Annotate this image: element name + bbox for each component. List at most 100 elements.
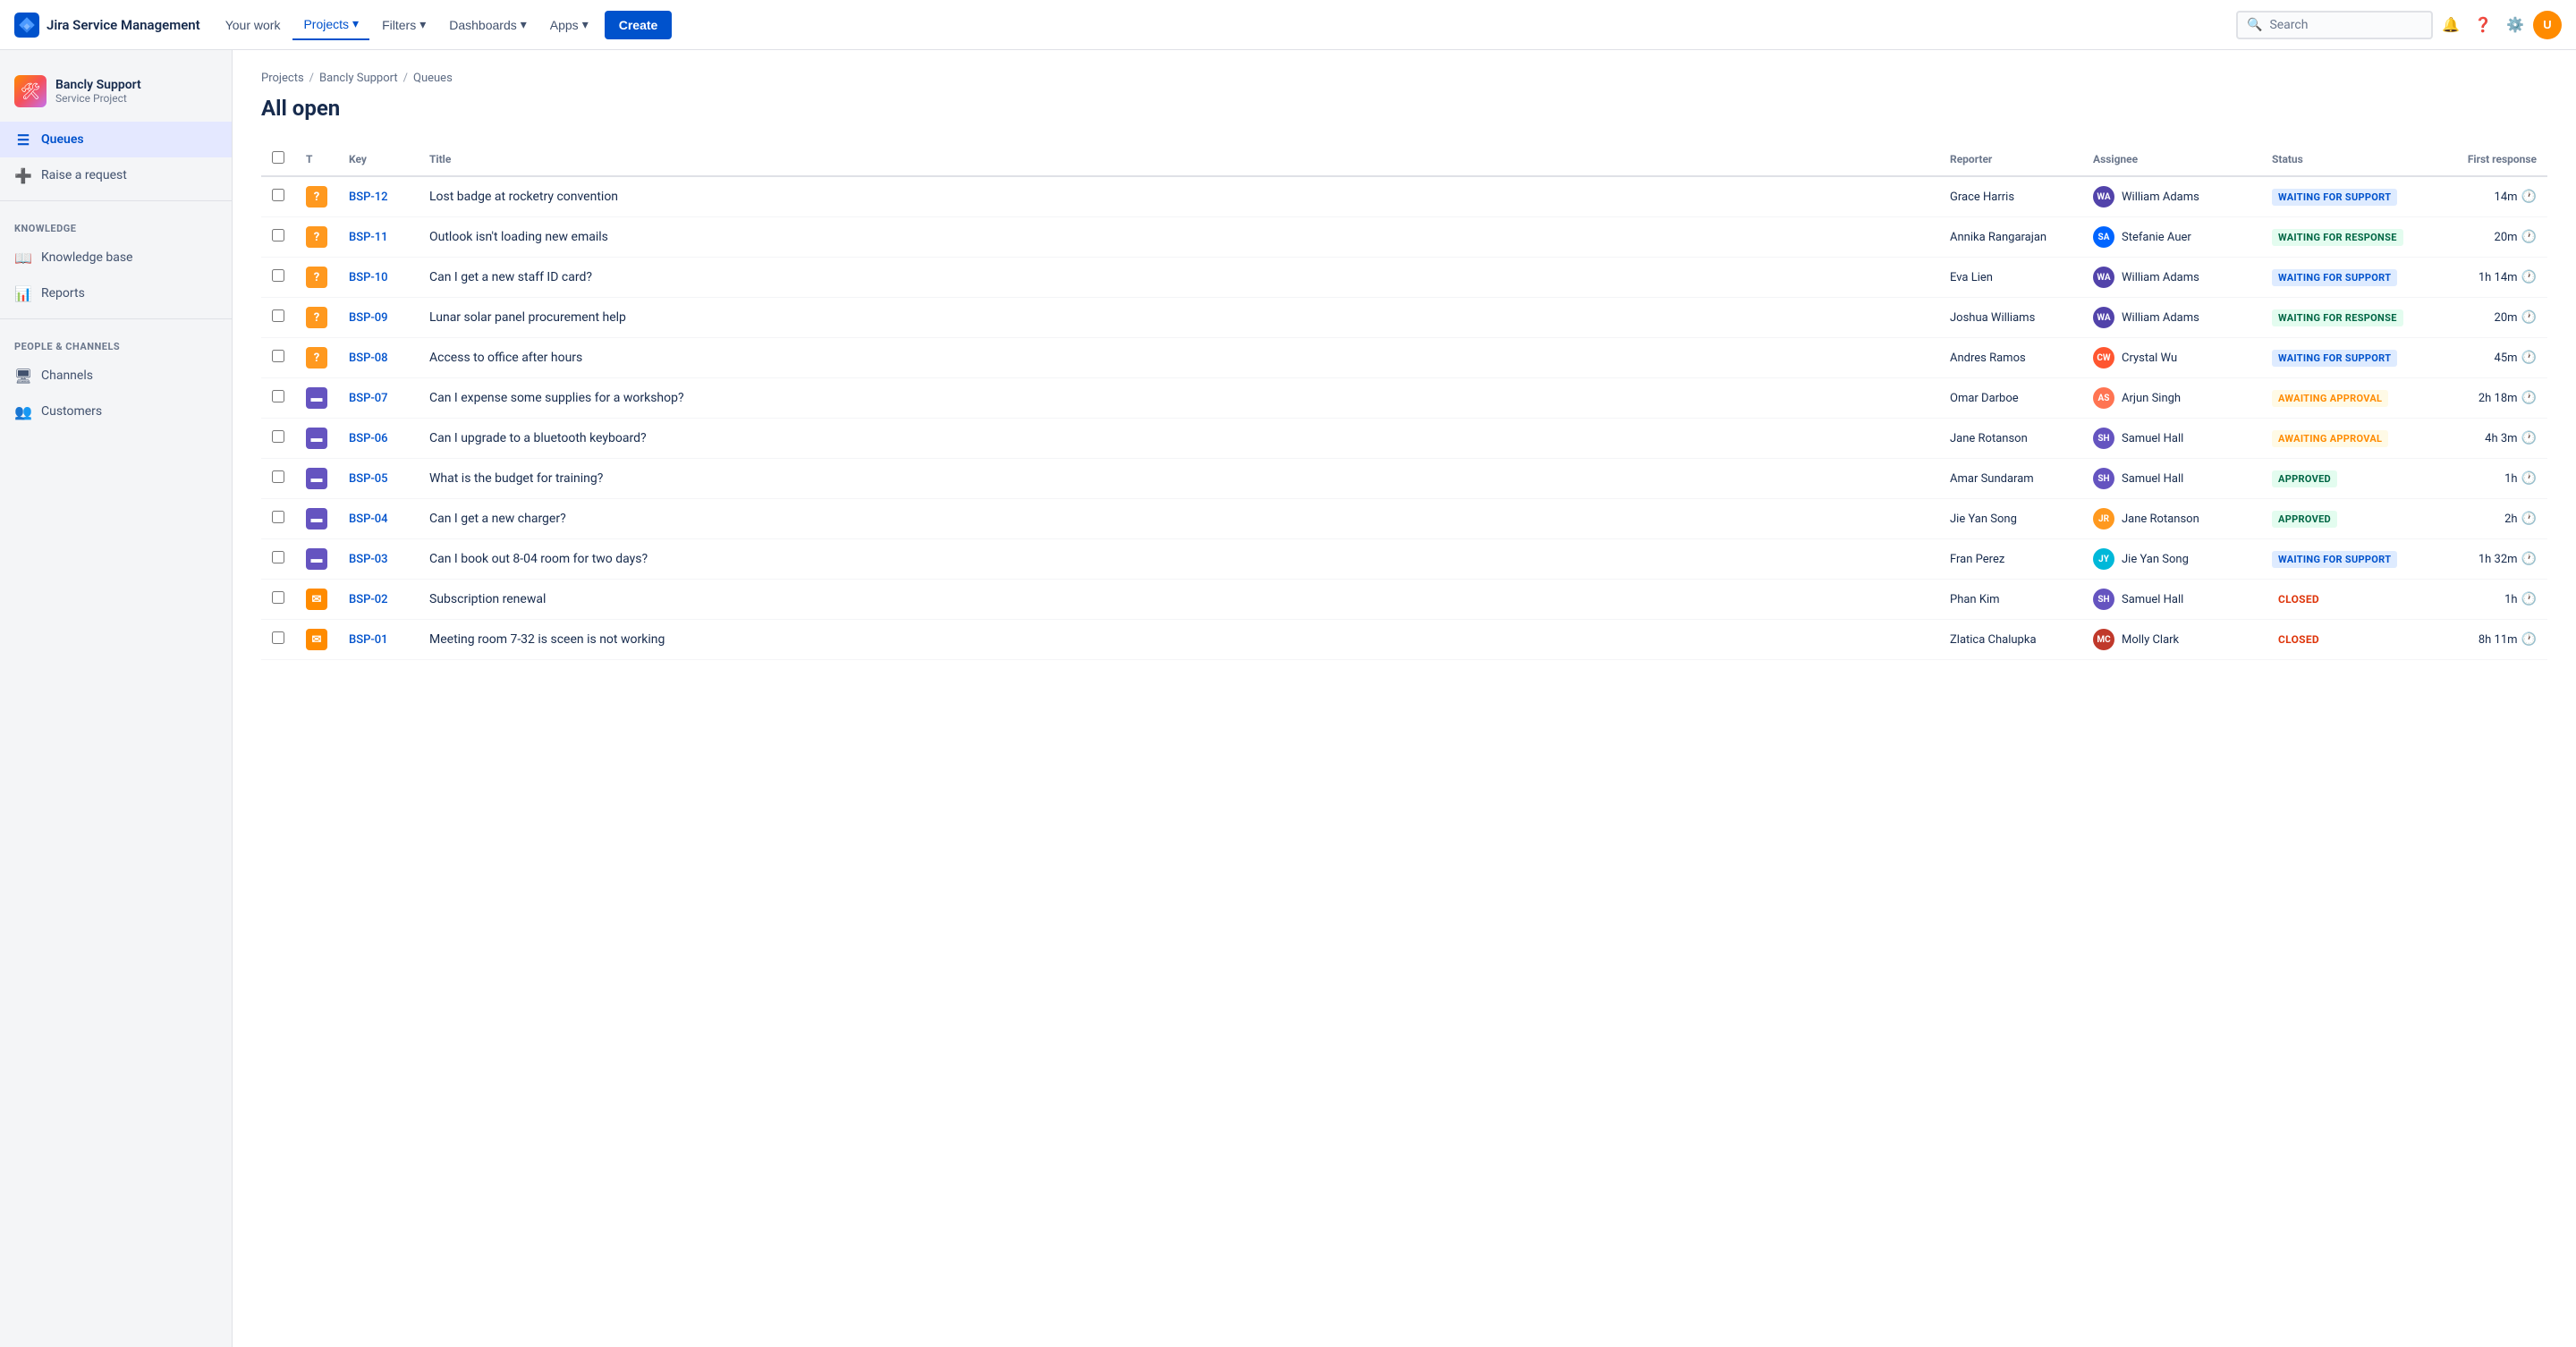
row-checkbox[interactable] [272, 551, 284, 563]
type-icon: ? [306, 186, 327, 208]
status-badge: WAITING FOR SUPPORT [2272, 350, 2397, 367]
create-button[interactable]: Create [605, 11, 673, 39]
issue-key-link[interactable]: BSP-05 [349, 472, 388, 486]
row-first-response: 1h 32m 🕐 [2422, 539, 2547, 580]
row-key: BSP-07 [338, 378, 419, 419]
row-assignee: CW Crystal Wu [2082, 338, 2261, 378]
row-first-response: 8h 11m 🕐 [2422, 620, 2547, 660]
assignee-name: Samuel Hall [2122, 472, 2183, 486]
status-badge: WAITING FOR SUPPORT [2272, 551, 2397, 568]
issue-title[interactable]: Subscription renewal [429, 592, 546, 606]
sidebar-item-reports[interactable]: 📊 Reports [0, 275, 232, 311]
issue-key-link[interactable]: BSP-04 [349, 513, 388, 526]
issue-key-link[interactable]: BSP-06 [349, 432, 388, 445]
assignee-name: William Adams [2122, 311, 2199, 325]
row-checkbox[interactable] [272, 350, 284, 362]
sidebar-item-customers[interactable]: 👥 Customers [0, 394, 232, 429]
assignee-avatar: SH [2093, 468, 2114, 489]
row-checkbox[interactable] [272, 229, 284, 241]
clock-icon: 🕐 [2521, 310, 2537, 325]
row-title: Can I get a new staff ID card? [419, 258, 1939, 298]
notifications-button[interactable]: 🔔 [2436, 11, 2465, 39]
row-checkbox[interactable] [272, 269, 284, 282]
reporter-name: Phan Kim [1950, 593, 2000, 606]
issue-title[interactable]: Lunar solar panel procurement help [429, 310, 626, 325]
customers-icon: 👥 [14, 402, 32, 420]
row-key: BSP-03 [338, 539, 419, 580]
row-reporter: Jane Rotanson [1939, 419, 2082, 459]
assignee-avatar: CW [2093, 347, 2114, 369]
issue-title[interactable]: Lost badge at rocketry convention [429, 190, 618, 204]
issue-key-link[interactable]: BSP-08 [349, 352, 388, 365]
issue-title[interactable]: Can I upgrade to a bluetooth keyboard? [429, 431, 647, 445]
row-first-response: 1h 🕐 [2422, 459, 2547, 499]
row-status: AWAITING APPROVAL [2261, 419, 2422, 459]
issue-key-link[interactable]: BSP-10 [349, 271, 388, 284]
issue-title[interactable]: Can I expense some supplies for a worksh… [429, 391, 684, 405]
issue-title[interactable]: Meeting room 7-32 is sceen is not workin… [429, 632, 665, 647]
nav-dashboards[interactable]: Dashboards ▾ [438, 10, 538, 39]
row-checkbox[interactable] [272, 470, 284, 483]
row-checkbox[interactable] [272, 591, 284, 604]
row-checkbox[interactable] [272, 631, 284, 644]
queues-icon: ☰ [14, 131, 32, 148]
issue-title[interactable]: Can I book out 8-04 room for two days? [429, 552, 648, 566]
issue-key-link[interactable]: BSP-12 [349, 191, 388, 204]
type-icon: ? [306, 267, 327, 288]
row-status: WAITING FOR SUPPORT [2261, 176, 2422, 217]
breadcrumb-projects[interactable]: Projects [261, 72, 304, 85]
issue-title[interactable]: Access to office after hours [429, 351, 582, 365]
issue-key-link[interactable]: BSP-02 [349, 593, 388, 606]
row-type: ▬ [295, 378, 338, 419]
nav-filters[interactable]: Filters ▾ [371, 10, 436, 39]
row-title: Subscription renewal [419, 580, 1939, 620]
row-checkbox[interactable] [272, 390, 284, 402]
main-content: Projects / Bancly Support / Queues All o… [233, 50, 2576, 1347]
issue-key-link[interactable]: BSP-03 [349, 553, 388, 566]
sidebar-item-queues[interactable]: ☰ Queues [0, 122, 232, 157]
nav-apps[interactable]: Apps ▾ [539, 10, 599, 39]
row-checkbox[interactable] [272, 430, 284, 443]
issue-key-link[interactable]: BSP-01 [349, 633, 388, 647]
row-checkbox[interactable] [272, 511, 284, 523]
breadcrumb-queues[interactable]: Queues [413, 72, 453, 85]
sidebar-item-channels[interactable]: 🖥 Channels [0, 358, 232, 394]
sidebar-item-knowledge-base[interactable]: 📖 Knowledge base [0, 240, 232, 275]
row-status: APPROVED [2261, 499, 2422, 539]
issue-title[interactable]: Can I get a new staff ID card? [429, 270, 592, 284]
status-badge: WAITING FOR SUPPORT [2272, 269, 2397, 286]
search-box[interactable]: 🔍 Search [2236, 11, 2433, 39]
row-type: ? [295, 217, 338, 258]
select-all-checkbox[interactable] [272, 151, 284, 164]
clock-icon: 🕐 [2521, 190, 2537, 204]
settings-button[interactable]: ⚙️ [2501, 11, 2529, 39]
issue-title[interactable]: Can I get a new charger? [429, 512, 566, 526]
nav-your-work[interactable]: Your work [215, 11, 292, 39]
type-icon: ? [306, 307, 327, 328]
logo-text: Jira Service Management [47, 17, 200, 33]
row-checkbox[interactable] [272, 309, 284, 322]
row-status: WAITING FOR SUPPORT [2261, 258, 2422, 298]
breadcrumb-bancly-support[interactable]: Bancly Support [319, 72, 398, 85]
issue-title[interactable]: What is the budget for training? [429, 471, 603, 486]
table-row: ✉ BSP-02 Subscription renewal Phan Kim S… [261, 580, 2547, 620]
clock-icon: 🕐 [2521, 632, 2537, 647]
issue-title[interactable]: Outlook isn't loading new emails [429, 230, 608, 244]
nav-projects[interactable]: Projects ▾ [292, 9, 369, 40]
sidebar-item-raise-request[interactable]: ➕ Raise a request [0, 157, 232, 193]
project-type: Service Project [55, 92, 141, 105]
issue-key-link[interactable]: BSP-09 [349, 311, 388, 325]
row-key: BSP-05 [338, 459, 419, 499]
top-nav-right: 🔍 Search 🔔 ❓ ⚙️ U [2236, 11, 2562, 39]
row-checkbox[interactable] [272, 189, 284, 201]
user-avatar[interactable]: U [2533, 11, 2562, 39]
row-status: APPROVED [2261, 459, 2422, 499]
row-first-response: 20m 🕐 [2422, 217, 2547, 258]
assignee-avatar: SH [2093, 428, 2114, 449]
reporter-name: Zlatica Chalupka [1950, 633, 2037, 647]
issue-key-link[interactable]: BSP-11 [349, 231, 388, 244]
help-button[interactable]: ❓ [2469, 11, 2497, 39]
logo-link[interactable]: Jira Service Management [14, 13, 200, 38]
assignee-name: Jane Rotanson [2122, 513, 2199, 526]
issue-key-link[interactable]: BSP-07 [349, 392, 388, 405]
